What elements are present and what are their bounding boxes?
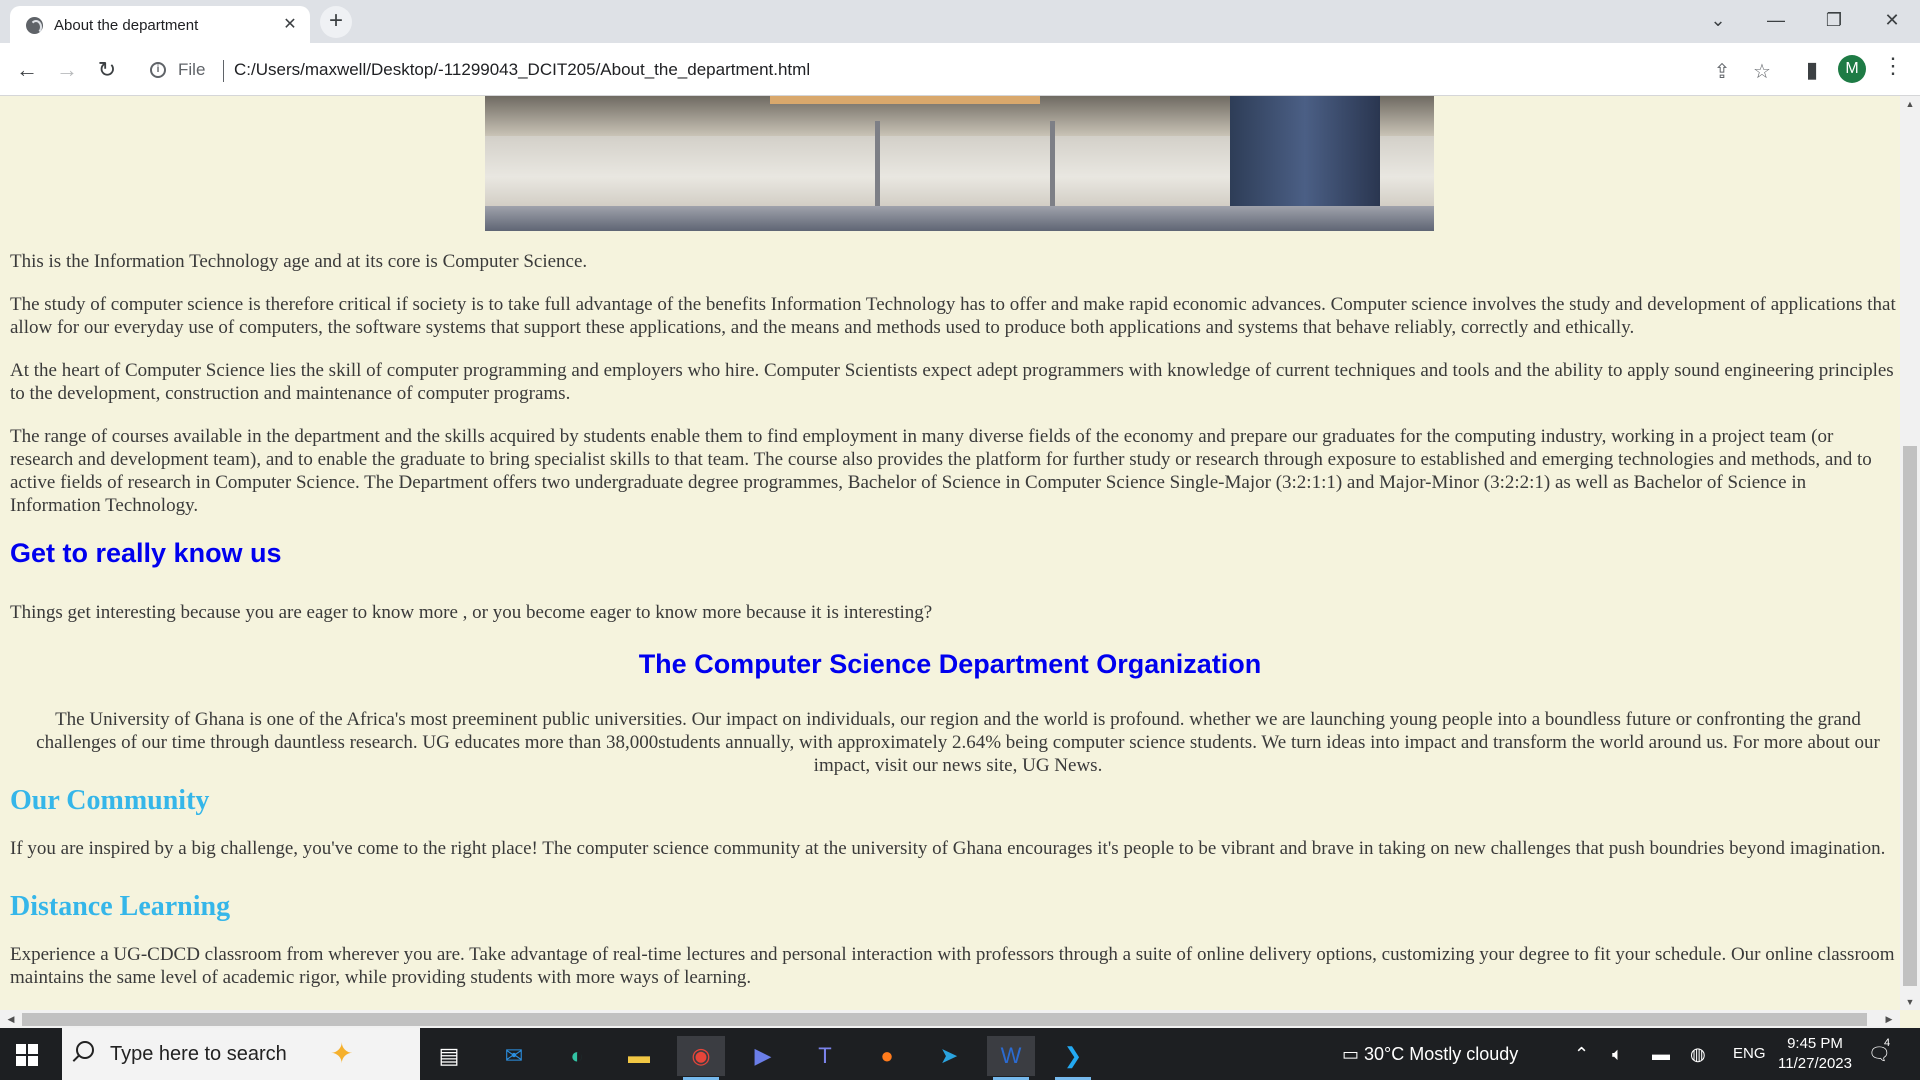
back-icon[interactable]: ←: [10, 53, 44, 87]
language-indicator[interactable]: ENG: [1733, 1028, 1766, 1080]
firefox-icon[interactable]: ●: [863, 1036, 911, 1076]
task-view-icon[interactable]: ▤: [425, 1036, 473, 1076]
notifications-icon[interactable]: 🗨︎ 4: [1868, 1028, 1891, 1080]
search-icon: [76, 1041, 94, 1059]
omnibox-separator: [223, 60, 224, 82]
system-clock[interactable]: 9:45 PM 11/27/2023: [1770, 1034, 1860, 1074]
horizontal-scroll-thumb[interactable]: [22, 1013, 1867, 1026]
word-icon[interactable]: W: [987, 1036, 1035, 1076]
bookmark-star-icon[interactable]: ☆: [1750, 59, 1774, 84]
org-heading: The Computer Science Department Organiza…: [638, 649, 1262, 679]
address-bar[interactable]: i File C:/Users/maxwell/Desktop/-1129904…: [136, 49, 1786, 91]
org-text: The University of Ghana is one of the Af…: [36, 709, 1880, 776]
forward-icon[interactable]: →: [50, 53, 84, 87]
profile-avatar[interactable]: M: [1838, 55, 1866, 83]
speaker-icon[interactable]: 🔈︎: [1612, 1028, 1623, 1080]
know-us-heading: Get to really know us: [10, 538, 282, 568]
share-icon[interactable]: ⇪: [1710, 59, 1734, 84]
search-placeholder: Type here to search: [110, 1043, 287, 1065]
weather-text: 30°C Mostly cloudy: [1364, 1044, 1519, 1064]
chrome-icon[interactable]: ◉: [677, 1036, 725, 1076]
distance-heading: Distance Learning: [10, 891, 231, 922]
vertical-scrollbar[interactable]: ▲ ▼: [1900, 96, 1920, 1010]
url-text[interactable]: C:/Users/maxwell/Desktop/-11299043_DCIT2…: [234, 60, 810, 80]
page-viewport: This is the Information Technology age a…: [0, 96, 1900, 1010]
tab-search-icon[interactable]: ⌄: [1690, 0, 1746, 40]
study-paragraph: The study of computer science is therefo…: [10, 294, 1896, 338]
side-panel-icon[interactable]: ▮: [1795, 53, 1829, 87]
file-scheme-label: File: [178, 60, 206, 79]
network-globe-icon[interactable]: ◍: [1690, 1028, 1706, 1080]
community-heading: Our Community: [10, 785, 210, 816]
minimize-button[interactable]: —: [1748, 0, 1804, 40]
globe-icon: [26, 17, 43, 34]
telegram-icon[interactable]: ➤: [925, 1036, 973, 1076]
battery-icon[interactable]: ▬: [1652, 1028, 1670, 1080]
new-tab-button[interactable]: +: [320, 6, 352, 38]
close-window-button[interactable]: ✕: [1864, 0, 1920, 40]
browser-toolbar: ← → ↻ i File C:/Users/maxwell/Desktop/-1…: [0, 43, 1920, 96]
clock-date: 11/27/2023: [1778, 1055, 1852, 1072]
browser-titlebar: About the department ✕ + ⌄ — ❐ ✕: [0, 0, 1920, 43]
sparkle-icon: ✦: [330, 1038, 354, 1069]
horizontal-scrollbar[interactable]: ◀ ▶: [0, 1010, 1900, 1028]
distance-text: Experience a UG-CDCD classroom from wher…: [10, 944, 1895, 988]
vscode-icon[interactable]: ❯: [1049, 1036, 1097, 1076]
teams-icon[interactable]: T: [801, 1036, 849, 1076]
start-windows-icon[interactable]: [16, 1044, 38, 1066]
community-text: If you are inspired by a big challenge, …: [10, 838, 1886, 859]
mail-icon[interactable]: ✉: [490, 1036, 538, 1076]
scroll-up-icon[interactable]: ▲: [1900, 96, 1920, 112]
taskbar-search-box[interactable]: Type here to search ✦: [62, 1028, 420, 1080]
scroll-right-icon[interactable]: ▶: [1880, 1010, 1898, 1028]
copilot-icon[interactable]: ▶: [739, 1036, 787, 1076]
tab-title: About the department: [54, 17, 199, 34]
clock-time: 9:45 PM: [1787, 1035, 1843, 1052]
edge-icon[interactable]: ◐: [553, 1036, 601, 1076]
weather-icon: ▭: [1342, 1044, 1365, 1064]
programming-paragraph: At the heart of Computer Science lies th…: [10, 360, 1894, 404]
notification-count: 4: [1884, 1037, 1891, 1049]
info-icon[interactable]: i: [150, 62, 166, 78]
show-hidden-icons-icon[interactable]: ⌃: [1574, 1028, 1589, 1080]
browser-tab[interactable]: About the department ✕: [10, 6, 310, 43]
scroll-down-icon[interactable]: ▼: [1900, 994, 1920, 1010]
weather-widget[interactable]: ▭ 30°C Mostly cloudy: [1342, 1028, 1518, 1080]
restore-button[interactable]: ❐: [1806, 0, 1862, 40]
file-explorer-icon[interactable]: ▬: [615, 1036, 663, 1076]
courses-paragraph: The range of courses available in the de…: [10, 426, 1872, 516]
kebab-menu-icon[interactable]: ⋮: [1882, 53, 1904, 79]
scroll-left-icon[interactable]: ◀: [2, 1010, 20, 1028]
reload-icon[interactable]: ↻: [90, 53, 124, 87]
tab-close-icon[interactable]: ✕: [280, 15, 300, 35]
know-us-text: Things get interesting because you are e…: [10, 602, 933, 623]
vertical-scroll-thumb[interactable]: [1903, 446, 1917, 986]
intro-paragraph: This is the Information Technology age a…: [10, 251, 588, 272]
windows-taskbar: Type here to search ✦ ▤ ✉ ◐ ▬ ◉ ▶ T ● ➤ …: [0, 1028, 1920, 1080]
classroom-photo: [485, 96, 1434, 231]
